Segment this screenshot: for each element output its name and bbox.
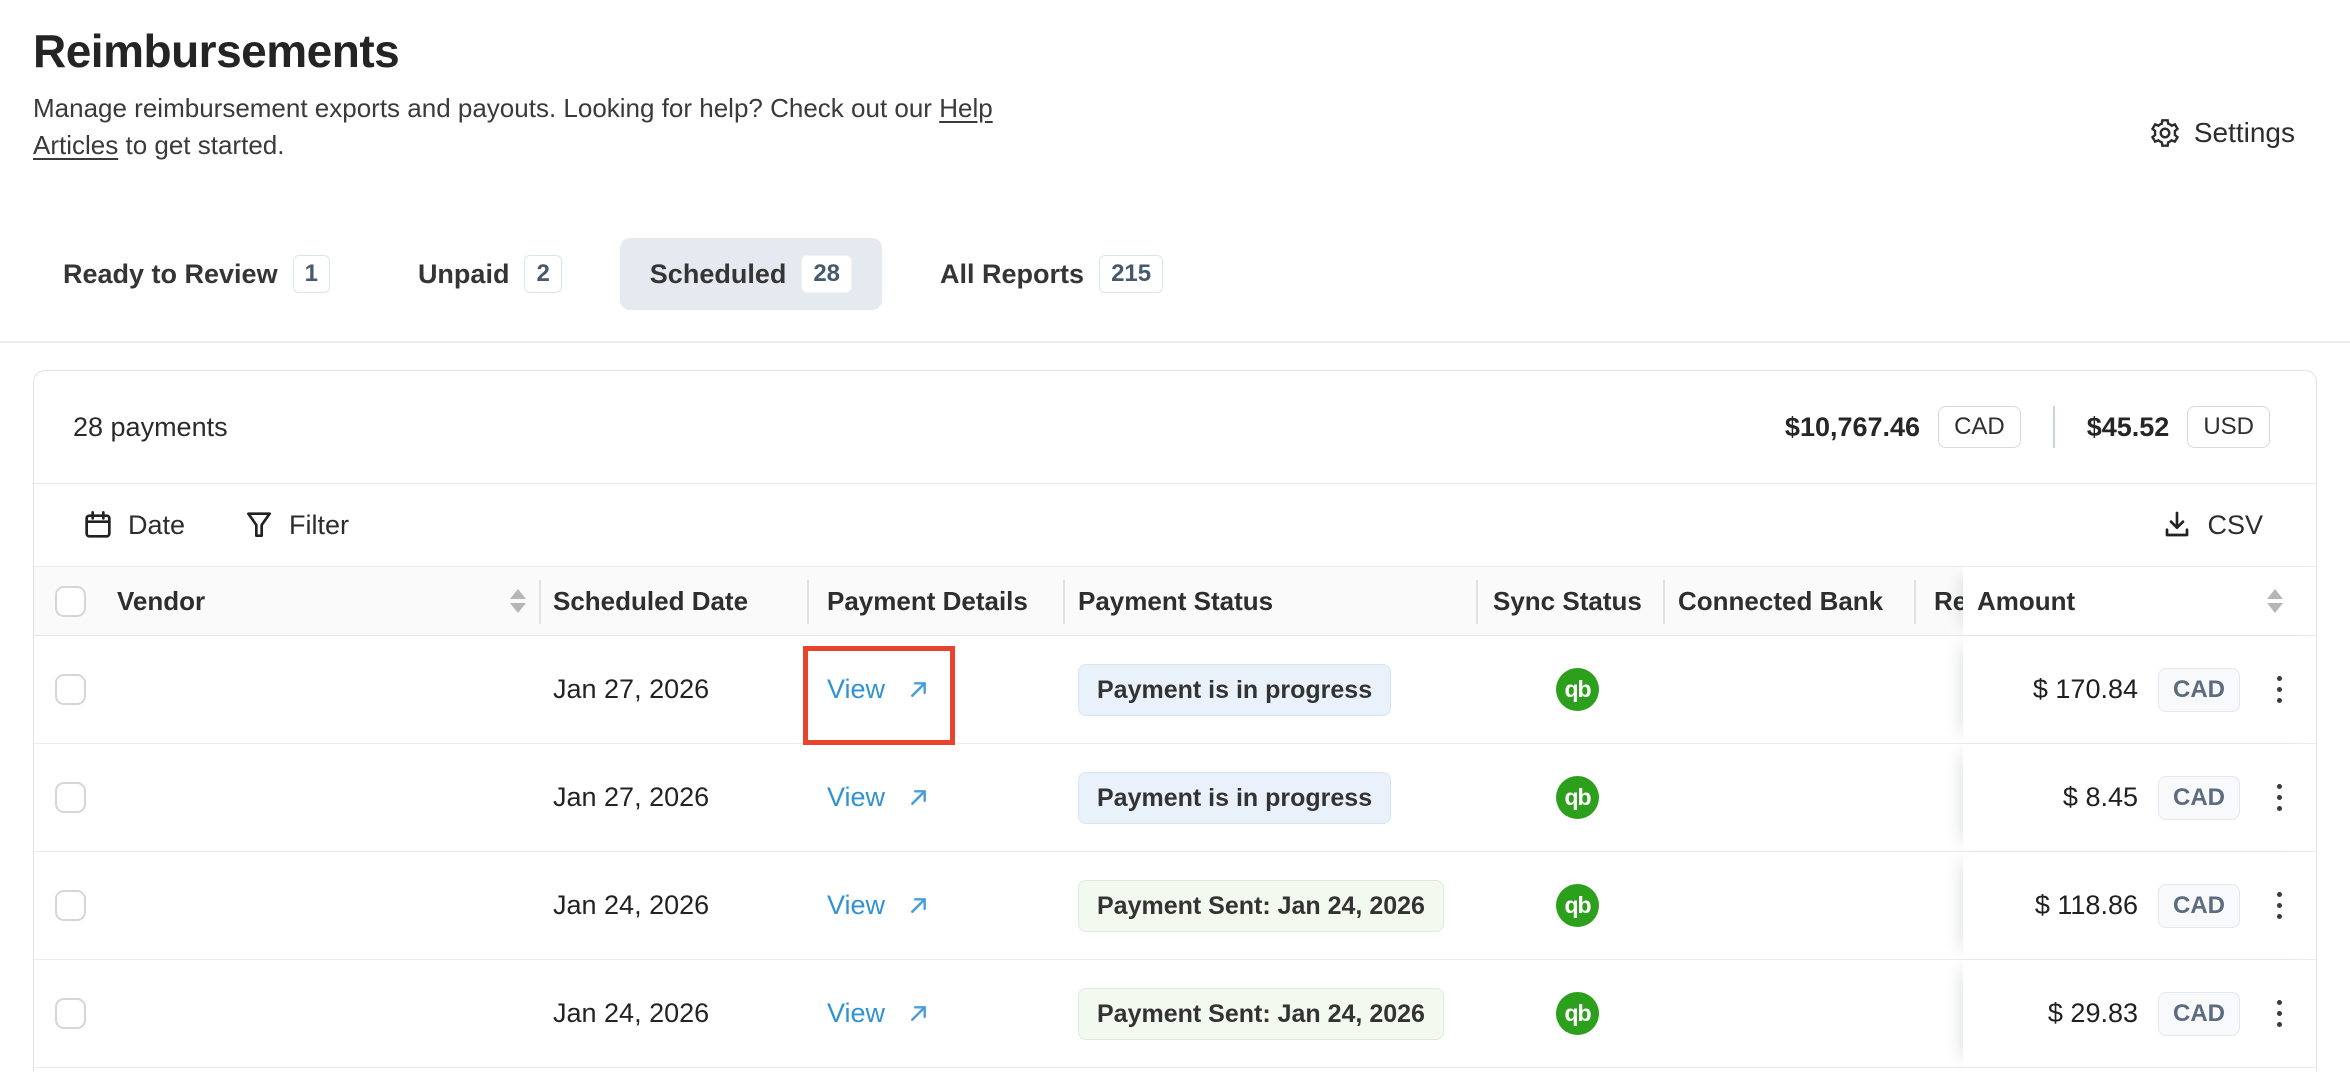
summary-row: 28 payments $10,767.46 CAD $45.52 USD xyxy=(34,371,2316,484)
column-header-scheduled-date: Scheduled Date xyxy=(541,567,809,635)
total-amount-cad: $10,767.46 xyxy=(1785,412,1920,443)
payment-status-chip: Payment Sent: Jan 24, 2026 xyxy=(1078,880,1444,932)
payments-count: 28 payments xyxy=(73,412,228,443)
tab-bar: Ready to Review 1 Unpaid 2 Scheduled 28 … xyxy=(33,238,2350,310)
page-header: Reimbursements Manage reimbursement expo… xyxy=(0,0,2350,164)
table-row: Jan 24, 2026 View Payment Sent: Jan 24, … xyxy=(34,852,2316,960)
table-row: Jan 27, 2026 View Payment is in progress… xyxy=(34,744,2316,852)
currency-badge: CAD xyxy=(2158,668,2240,712)
payment-status-chip: Payment is in progress xyxy=(1078,772,1391,824)
row-menu-button[interactable] xyxy=(2273,672,2286,707)
external-link-icon xyxy=(905,892,932,919)
view-payment-link[interactable]: View xyxy=(827,998,932,1029)
scheduled-date-cell: Jan 27, 2026 xyxy=(541,636,809,743)
page-title: Reimbursements xyxy=(33,26,993,76)
currency-chip-cad: CAD xyxy=(1938,406,2021,448)
divider xyxy=(2053,406,2055,448)
quickbooks-icon[interactable]: qb xyxy=(1556,992,1599,1035)
table-row: Jan 24, 2026 View Payment Sent: Jan 24, … xyxy=(34,960,2316,1068)
scheduled-date-cell: Jan 24, 2026 xyxy=(541,960,809,1067)
calendar-icon xyxy=(82,509,114,541)
tab-ready-to-review[interactable]: Ready to Review 1 xyxy=(33,238,360,310)
payment-status-chip: Payment Sent: Jan 24, 2026 xyxy=(1078,988,1444,1040)
total-amount-usd: $45.52 xyxy=(2087,412,2170,443)
column-header-payment-status: Payment Status xyxy=(1065,567,1478,635)
row-menu-button[interactable] xyxy=(2273,888,2286,923)
row-menu-button[interactable] xyxy=(2273,780,2286,815)
quickbooks-icon[interactable]: qb xyxy=(1556,668,1599,711)
settings-label: Settings xyxy=(2194,117,2295,149)
connected-bank-cell xyxy=(1665,960,1916,1067)
column-header-payment-details: Payment Details xyxy=(809,567,1065,635)
quickbooks-icon[interactable]: qb xyxy=(1556,884,1599,927)
column-header-vendor[interactable]: Vendor xyxy=(111,567,541,635)
vendor-cell xyxy=(111,852,541,959)
currency-badge: CAD xyxy=(2158,776,2240,820)
settings-button[interactable]: Settings xyxy=(2149,102,2295,164)
amount-value: $ 118.86 xyxy=(2035,890,2138,921)
external-link-icon xyxy=(905,784,932,811)
tab-count-badge: 1 xyxy=(293,255,330,293)
table-row: Jan 27, 2026 View Payment is in progress… xyxy=(34,636,2316,744)
tab-count-badge: 28 xyxy=(801,255,852,293)
funnel-icon xyxy=(243,509,275,541)
column-header-sync-status: Sync Status xyxy=(1478,567,1665,635)
divider xyxy=(0,341,2350,343)
connected-bank-cell xyxy=(1665,636,1916,743)
column-header-amount[interactable]: Amount xyxy=(1963,567,2316,635)
view-payment-link[interactable]: View xyxy=(827,782,932,813)
page-subtitle: Manage reimbursement exports and payouts… xyxy=(33,90,993,164)
connected-bank-cell xyxy=(1665,744,1916,851)
vendor-cell xyxy=(111,636,541,743)
vendor-cell xyxy=(111,960,541,1067)
help-articles-link[interactable]: Help xyxy=(939,93,992,123)
subtitle-text: to get started. xyxy=(118,130,284,160)
reimbursements-page: Reimbursements Manage reimbursement expo… xyxy=(0,0,2350,1072)
help-articles-link[interactable]: Articles xyxy=(33,130,118,160)
sort-icon[interactable] xyxy=(2267,589,2283,613)
tab-all-reports[interactable]: All Reports 215 xyxy=(910,238,1193,310)
gear-icon xyxy=(2149,117,2181,149)
filter-button[interactable]: Filter xyxy=(243,509,349,541)
scheduled-date-cell: Jan 27, 2026 xyxy=(541,744,809,851)
column-header-connected-bank: Connected Bank xyxy=(1665,567,1916,635)
tab-unpaid[interactable]: Unpaid 2 xyxy=(388,238,592,310)
external-link-icon xyxy=(905,1000,932,1027)
table-body: Jan 27, 2026 View Payment is in progress… xyxy=(34,636,2316,1068)
tab-scheduled[interactable]: Scheduled 28 xyxy=(620,238,882,310)
subtitle-text: Manage reimbursement exports and payouts… xyxy=(33,93,939,123)
quickbooks-icon[interactable]: qb xyxy=(1556,776,1599,819)
view-payment-link[interactable]: View xyxy=(827,890,932,921)
amount-value: $ 29.83 xyxy=(2048,998,2138,1029)
scheduled-date-cell: Jan 24, 2026 xyxy=(541,852,809,959)
row-checkbox[interactable] xyxy=(55,782,86,813)
currency-badge: CAD xyxy=(2158,992,2240,1036)
totals: $10,767.46 CAD $45.52 USD xyxy=(1785,406,2270,448)
row-checkbox[interactable] xyxy=(55,890,86,921)
table-header-row: Vendor Scheduled Date Payment Details Pa… xyxy=(34,566,2316,636)
external-link-icon xyxy=(905,676,932,703)
vendor-cell xyxy=(111,744,541,851)
select-all-checkbox[interactable] xyxy=(55,586,86,617)
tab-count-badge: 215 xyxy=(1099,255,1163,293)
currency-badge: CAD xyxy=(2158,884,2240,928)
row-checkbox[interactable] xyxy=(55,674,86,705)
row-menu-button[interactable] xyxy=(2273,996,2286,1031)
download-icon xyxy=(2161,509,2193,541)
tab-count-badge: 2 xyxy=(524,255,561,293)
payment-status-chip: Payment is in progress xyxy=(1078,664,1391,716)
row-checkbox[interactable] xyxy=(55,998,86,1029)
date-filter-button[interactable]: Date xyxy=(82,509,185,541)
currency-chip-usd: USD xyxy=(2187,406,2270,448)
connected-bank-cell xyxy=(1665,852,1916,959)
csv-export-button[interactable]: CSV xyxy=(2161,509,2263,541)
payments-card: 28 payments $10,767.46 CAD $45.52 USD Da… xyxy=(33,370,2317,1072)
amount-value: $ 170.84 xyxy=(2033,674,2138,705)
sort-icon[interactable] xyxy=(510,589,526,613)
amount-value: $ 8.45 xyxy=(2063,782,2138,813)
view-payment-link[interactable]: View xyxy=(827,674,932,705)
table-toolbar: Date Filter CSV xyxy=(34,484,2316,566)
